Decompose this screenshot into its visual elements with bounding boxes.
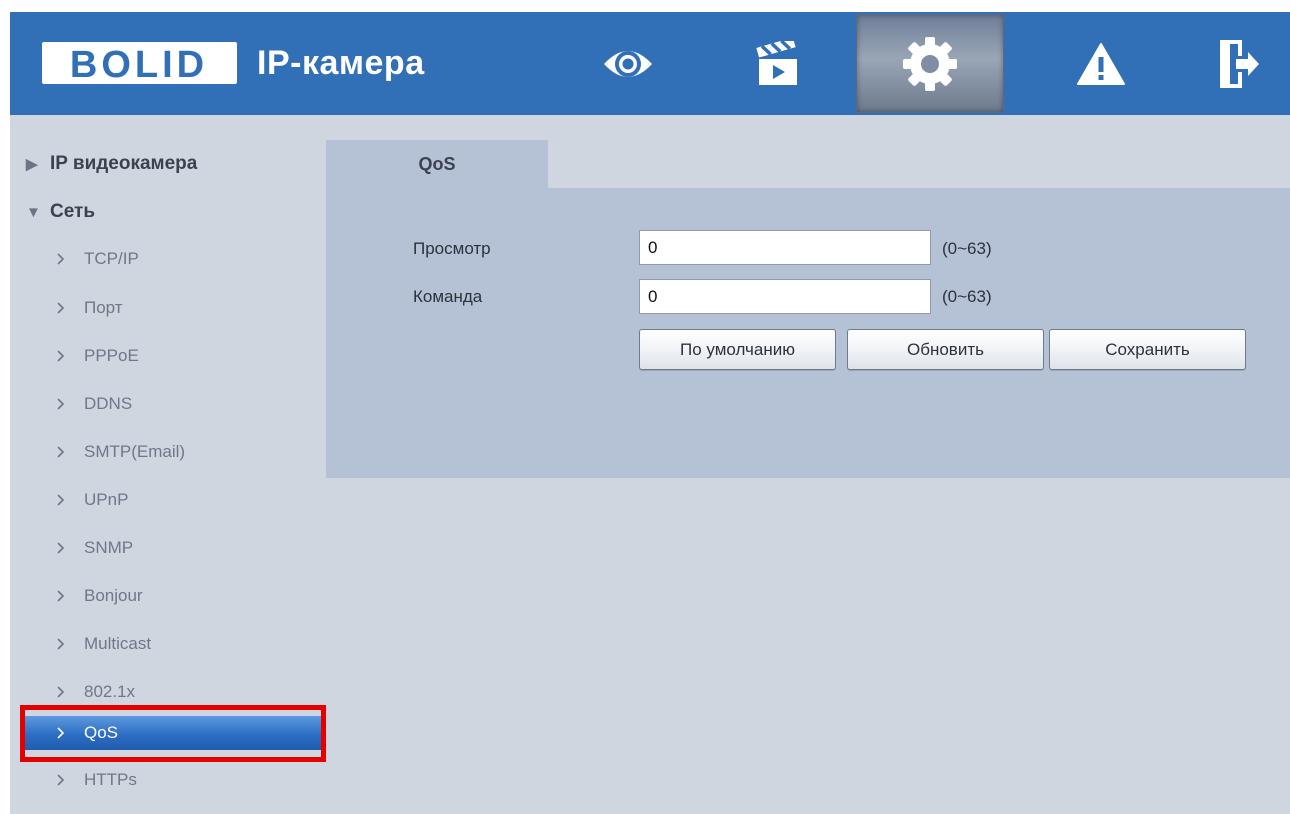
exit-door-icon	[1220, 39, 1259, 88]
chevron-right-icon	[24, 397, 84, 411]
sidebar-item-pppoe[interactable]: PPPoE	[24, 339, 326, 373]
sidebar-item-snmp[interactable]: SNMP	[24, 531, 326, 565]
bolid-logo: BOLID	[42, 42, 237, 84]
command-qos-input[interactable]	[639, 279, 931, 314]
sidebar-item-label: SNMP	[84, 538, 134, 557]
sidebar-item-label: UPnP	[84, 490, 129, 509]
eye-icon	[604, 50, 652, 77]
sidebar-item-label: 802.1x	[84, 682, 136, 701]
clapperboard-icon	[756, 40, 797, 85]
sidebar-group-network[interactable]: ▼ Сеть	[26, 201, 95, 223]
app-title: IP-камера	[257, 43, 425, 82]
chevron-right-icon	[24, 493, 84, 507]
sidebar-item-label: QoS	[84, 723, 119, 742]
playback-button[interactable]	[725, 12, 829, 115]
gear-icon	[903, 36, 957, 91]
sidebar-item-ddns[interactable]: DDNS	[24, 387, 326, 421]
sidebar-item-smtp[interactable]: SMTP(Email)	[24, 435, 326, 469]
logout-button[interactable]	[1186, 12, 1290, 115]
chevron-right-icon	[24, 445, 84, 459]
sidebar-item-8021x[interactable]: 802.1x	[24, 675, 326, 709]
sidebar-item-qos[interactable]: QoS	[24, 716, 326, 750]
command-label: Команда	[413, 287, 483, 306]
sidebar-item-label: Порт	[84, 298, 123, 317]
command-range-hint: (0~63)	[942, 287, 992, 306]
sidebar-item-label: DDNS	[84, 394, 133, 413]
sidebar-item-label: SMTP(Email)	[84, 442, 186, 461]
settings-button[interactable]	[856, 14, 1004, 113]
qos-settings-panel: Просмотр (0~63) Команда (0~63) По умолча…	[326, 188, 1290, 478]
sidebar-item-upnp[interactable]: UPnP	[24, 483, 326, 517]
sidebar-item-label: HTTPs	[84, 770, 137, 789]
sidebar-item-tcpip[interactable]: TCP/IP	[24, 242, 326, 276]
expand-triangle-icon: ▶	[26, 156, 38, 173]
sidebar-item-port[interactable]: Порт	[24, 291, 326, 325]
default-button[interactable]: По умолчанию	[639, 329, 836, 370]
refresh-button[interactable]: Обновить	[847, 329, 1044, 370]
top-header: BOLID IP-камера	[10, 12, 1290, 115]
collapse-triangle-icon: ▼	[26, 203, 41, 221]
sidebar-item-label: Bonjour	[84, 586, 143, 605]
chevron-right-icon	[24, 726, 84, 740]
live-view-button[interactable]	[576, 12, 680, 115]
logo: BOLID IP-камера	[42, 42, 425, 84]
view-range-hint: (0~63)	[942, 239, 992, 258]
alarm-button[interactable]	[1049, 12, 1153, 115]
sidebar-item-label: Multicast	[84, 634, 152, 653]
tab-qos[interactable]: QoS	[326, 140, 548, 188]
view-label: Просмотр	[413, 239, 491, 258]
sidebar-group-label: Сеть	[50, 201, 96, 222]
app-window: BOLID IP-камера ▶ IP видеокамера ▼ Сеть …	[10, 12, 1290, 814]
sidebar: ▶ IP видеокамера ▼ Сеть TCP/IP Порт PPPo…	[10, 115, 326, 814]
sidebar-group-label: IP видеокамера	[50, 153, 198, 174]
sidebar-item-bonjour[interactable]: Bonjour	[24, 579, 326, 613]
chevron-right-icon	[24, 541, 84, 555]
chevron-right-icon	[24, 589, 84, 603]
chevron-right-icon	[24, 685, 84, 699]
chevron-right-icon	[24, 773, 84, 787]
svg-text:BOLID: BOLID	[70, 44, 208, 84]
sidebar-item-label: TCP/IP	[84, 249, 139, 268]
chevron-right-icon	[24, 349, 84, 363]
sidebar-item-label: PPPoE	[84, 346, 139, 365]
sidebar-item-multicast[interactable]: Multicast	[24, 627, 326, 661]
view-qos-input[interactable]	[639, 230, 931, 265]
chevron-right-icon	[24, 637, 84, 651]
chevron-right-icon	[24, 301, 84, 315]
sidebar-group-ip-camera[interactable]: ▶ IP видеокамера	[26, 153, 197, 175]
save-button[interactable]: Сохранить	[1049, 329, 1246, 370]
warning-icon	[1077, 42, 1125, 85]
sidebar-item-https[interactable]: HTTPs	[24, 763, 326, 797]
chevron-right-icon	[24, 252, 84, 266]
